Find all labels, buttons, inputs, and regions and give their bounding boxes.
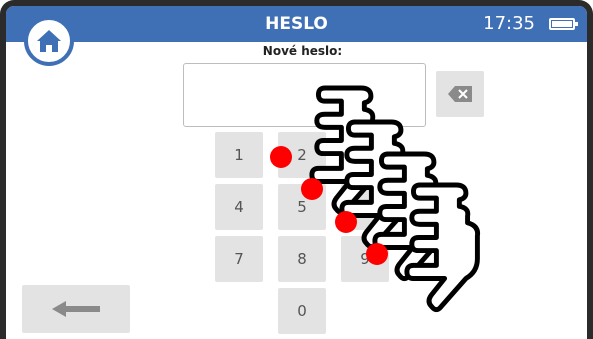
key-0[interactable]: 0 <box>278 288 326 334</box>
key-6[interactable]: 6 <box>341 184 389 230</box>
key-2[interactable]: 2 <box>278 132 326 178</box>
backspace-icon <box>448 86 472 102</box>
key-7[interactable]: 7 <box>215 236 263 282</box>
key-9[interactable]: 9 <box>341 236 389 282</box>
new-password-label: Nové heslo: <box>262 44 343 58</box>
key-5[interactable]: 5 <box>278 184 326 230</box>
home-button[interactable] <box>24 16 74 66</box>
back-button[interactable] <box>22 285 130 333</box>
backspace-button[interactable] <box>436 71 484 117</box>
password-input[interactable] <box>183 63 426 127</box>
key-4[interactable]: 4 <box>215 184 263 230</box>
app-window: HESLO 17:35 Nové heslo: 1 2 3 4 5 6 7 8 … <box>0 0 593 339</box>
arrow-left-icon <box>52 301 100 317</box>
clock: 17:35 <box>483 13 535 34</box>
key-3[interactable]: 3 <box>341 132 389 178</box>
battery-full-icon <box>549 18 578 30</box>
key-1[interactable]: 1 <box>215 132 263 178</box>
key-8[interactable]: 8 <box>278 236 326 282</box>
